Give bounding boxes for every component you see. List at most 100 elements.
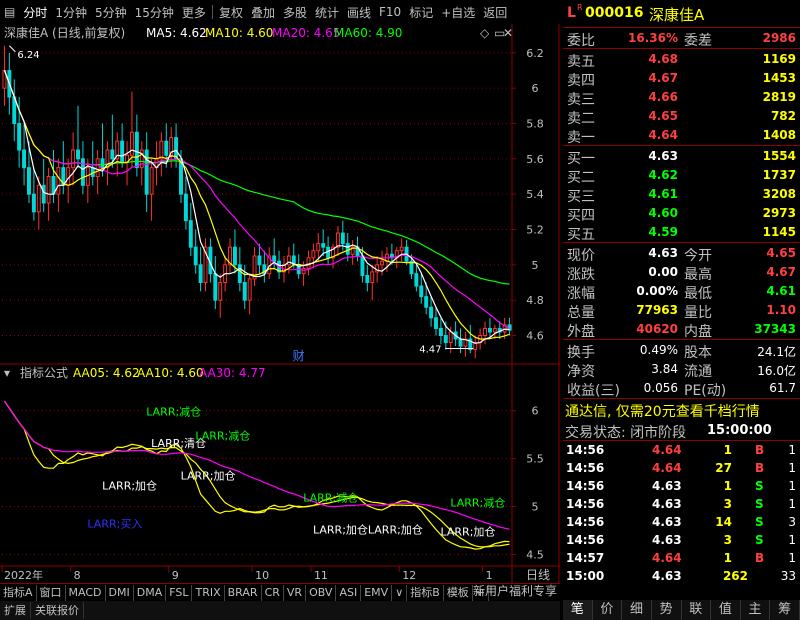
trade-direction: S (755, 533, 764, 547)
tool-5min[interactable]: 5分钟 (91, 4, 131, 21)
toolbar: ▤ 分时 1分钟 5分钟 15分钟 更多 复权 叠加 多股 统计 画线 F10 … (0, 0, 560, 24)
signal-label: LARR;买入 (87, 518, 142, 531)
tab-window[interactable]: 窗口 (37, 585, 66, 601)
y-tick-label: 6 (532, 405, 539, 418)
tab-dma[interactable]: DMA (134, 585, 167, 601)
new-user-link[interactable]: 新用户福利专享 (473, 582, 557, 599)
trade-count: 1 (788, 479, 796, 493)
divider (563, 48, 800, 49)
divider (563, 440, 800, 441)
buy-price: 4.60 (648, 206, 678, 220)
promo-row[interactable]: 通达信, 仅需20元查看千档行情 (563, 400, 800, 421)
tool-intraday[interactable]: 分时 (19, 4, 51, 21)
tool-stats[interactable]: 统计 (311, 4, 343, 21)
aa10-label: AA10: 4.60 (137, 366, 204, 380)
trade-time: 14:56 (566, 461, 605, 475)
tab-emv[interactable]: EMV (361, 585, 393, 601)
tab-trix[interactable]: TRIX (192, 585, 225, 601)
tool-multi[interactable]: 多股 (279, 4, 311, 21)
tab-ticks[interactable]: 笔 (563, 600, 593, 620)
trade-status-time: 15:00:00 (707, 423, 772, 438)
stock-name: 深康佳A (649, 6, 705, 24)
close-icon[interactable]: ✕ (503, 26, 513, 40)
x-tick-label: 8 (74, 569, 81, 582)
tab-trend[interactable]: 势 (652, 600, 682, 620)
tool-mark[interactable]: 标记 (405, 4, 437, 21)
tab-obv[interactable]: OBV (306, 585, 337, 601)
trade-price: 4.64 (652, 443, 682, 457)
y-tick-label: 5.2 (526, 224, 544, 237)
trade-price: 4.63 (652, 479, 682, 493)
finance-marker[interactable]: 财 (293, 349, 305, 363)
stat-label: 最高 (684, 267, 712, 283)
stat-label: 换手 (567, 345, 595, 361)
tool-back[interactable]: 返回 (479, 4, 511, 21)
tool-15min[interactable]: 15分钟 (131, 4, 178, 21)
x-tick-label: 9 (172, 569, 179, 582)
trade-price: 4.64 (652, 551, 682, 565)
candle-body (164, 140, 169, 156)
stats-row: 外盘 40620 内盘 37343 (563, 320, 800, 340)
tab-cr[interactable]: CR (262, 585, 284, 601)
tab-chips[interactable]: 筹 (770, 600, 800, 620)
tab-detail[interactable]: 细 (622, 600, 652, 620)
candle-body (316, 243, 321, 252)
tab-macd[interactable]: MACD (66, 585, 106, 601)
trade-time: 14:56 (566, 443, 605, 457)
tab-value[interactable]: 值 (711, 600, 741, 620)
kline-chart[interactable]: 6.24 4.47 财 6.2 6 5.8 5.6 5.4 5.2 5 4.8 4.6 LARR;减… (0, 24, 560, 583)
tab-indicator-b[interactable]: 指标B (407, 585, 444, 601)
trade-volume: 27 (715, 461, 732, 475)
weibi-value: 16.36% (628, 31, 678, 45)
tab-vr[interactable]: VR (284, 585, 307, 601)
tool-adjust[interactable]: 复权 (215, 4, 247, 21)
trade-count: 1 (788, 497, 796, 511)
buy-label: 买四 (567, 208, 595, 224)
status-expand[interactable]: 扩展 (0, 602, 31, 619)
tab-fsl[interactable]: FSL (166, 585, 193, 601)
candle-body (380, 260, 385, 266)
trade-time: 14:56 (566, 533, 605, 547)
tool-add-watch[interactable]: +自选 (437, 4, 479, 21)
tab-asi[interactable]: ASI (336, 585, 362, 601)
candle-body (110, 149, 115, 160)
menu-icon[interactable]: ▤ (0, 5, 19, 19)
divider (563, 145, 800, 146)
stats-row: 总量 77963 量比 1.10 (563, 301, 800, 321)
tool-overlay[interactable]: 叠加 (247, 4, 279, 21)
buy-volume: 2973 (762, 206, 796, 220)
stat-label: 流通 (684, 364, 712, 380)
trade-row: 14:56 4.63 3 S 1 (563, 532, 800, 550)
settings-diamond-icon[interactable]: ◇ (480, 26, 490, 40)
tab-dmi[interactable]: DMI (106, 585, 134, 601)
status-related-quotes[interactable]: 关联报价 (31, 602, 84, 619)
buy-label: 买三 (567, 189, 595, 205)
indicator-menu-icon[interactable]: ▾ (4, 366, 10, 380)
tool-1min[interactable]: 1分钟 (51, 4, 91, 21)
tool-f10[interactable]: F10 (375, 5, 405, 19)
tab-indicator-a[interactable]: 指标A (0, 585, 37, 601)
candle-body (56, 167, 61, 195)
tab-link[interactable]: 联 (682, 600, 712, 620)
trade-count: 33 (780, 569, 796, 583)
stat-value: 0.00 (648, 265, 678, 279)
sell-label: 卖五 (567, 54, 595, 70)
buy-volume: 1554 (762, 149, 796, 163)
period-label[interactable]: 日线 (526, 568, 550, 582)
tab-main[interactable]: 主 (741, 600, 771, 620)
promo-text[interactable]: 通达信, 仅需20元查看千档行情 (565, 401, 760, 421)
tool-more[interactable]: 更多 (178, 4, 210, 21)
tab-more-chevron-icon[interactable]: ∨ (392, 585, 408, 601)
y-tick-label: 5.4 (526, 188, 544, 201)
sell-price: 4.68 (648, 52, 678, 66)
candle-body (31, 193, 36, 213)
candle-body (188, 220, 193, 248)
tab-brar[interactable]: BRAR (225, 585, 262, 601)
tab-price[interactable]: 价 (593, 600, 623, 620)
tool-draw[interactable]: 画线 (343, 4, 375, 21)
new-user-row[interactable]: 新用户福利专享 (473, 582, 800, 600)
trade-price: 4.63 (652, 569, 682, 583)
stats-row: 涨幅 0.00% 最低 4.61 (563, 282, 800, 302)
tab-template[interactable]: 模板 (444, 585, 473, 601)
buy-price: 4.62 (648, 168, 678, 182)
